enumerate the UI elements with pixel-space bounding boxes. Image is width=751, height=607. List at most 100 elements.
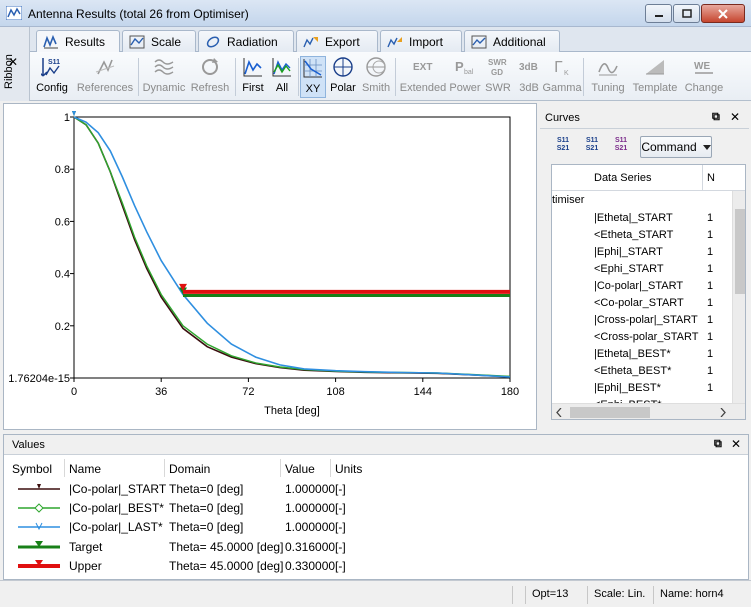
column-header-units[interactable]: Units [335, 462, 362, 476]
svg-text:EXT: EXT [413, 62, 432, 73]
gamma-button[interactable]: ΓK Gamma [542, 56, 581, 98]
list-item[interactable]: |Etheta|_BEST* 1 [552, 347, 732, 364]
horizontal-scrollbar[interactable] [552, 403, 745, 419]
s11-s21-compare-icon[interactable]: S11 S21 [582, 137, 602, 155]
curves-toolbar: S11 S21 S11 S21 S11 S21 Command [540, 133, 749, 163]
list-item[interactable]: |Cross-polar|_START 1 [552, 313, 732, 330]
y-tick-label: 0.6 [55, 216, 70, 228]
column-header-data-series[interactable]: Data Series [594, 172, 651, 184]
smith-button[interactable]: Smith [360, 56, 392, 98]
table-row[interactable]: |Co-polar|_LAST* Theta=0 [deg] 1.000000 [-] [4, 518, 748, 537]
tab-radiation[interactable]: Radiation [198, 30, 294, 52]
template-button[interactable]: Template [630, 56, 680, 98]
data-series-count: 1 [707, 212, 714, 224]
list-item[interactable]: <Etheta_START 1 [552, 228, 732, 245]
data-series-count: 1 [707, 280, 714, 292]
tool-text: S21 [614, 145, 628, 152]
power-button[interactable]: Pbal Power [448, 56, 482, 98]
column-header-n[interactable]: N [707, 172, 715, 184]
minimize-button[interactable] [645, 4, 672, 23]
chevron-left-icon[interactable] [556, 408, 562, 417]
column-header-name[interactable]: Name [69, 462, 101, 476]
close-panel-icon[interactable]: ✕ [730, 110, 740, 124]
refresh-button[interactable]: Refresh [188, 56, 232, 98]
list-item[interactable]: |Ephi|_START 1 [552, 245, 732, 262]
data-series-count: 1 [707, 365, 714, 377]
group-label: timiser [552, 194, 585, 206]
curves-table[interactable]: Data Series N timiser |Etheta|_START 1 <Et… [551, 164, 746, 420]
list-item[interactable]: |Ephi|_BEST* 1 [552, 381, 732, 398]
cell-value: 0.330000 [285, 558, 336, 573]
s11-s21-overlay-icon[interactable]: S11 S21 [611, 137, 631, 155]
config-button[interactable]: S11 Config [34, 56, 70, 98]
y-tick-label: 0.8 [55, 164, 70, 176]
table-row[interactable]: Upper Theta= 45.0000 [deg] 0.330000 [-] [4, 557, 748, 576]
list-item[interactable]: |Etheta|_START 1 [552, 211, 732, 228]
s11-s21-sort-icon[interactable]: S11 S21 [553, 137, 573, 155]
cell-domain: Theta= 45.0000 [deg] [169, 539, 284, 554]
command-dropdown[interactable]: Command [640, 136, 712, 158]
extended-button[interactable]: EXT Extended [398, 56, 448, 98]
cell-domain: Theta=0 [deg] [169, 482, 244, 496]
status-scale: Scale: Lin. [587, 586, 651, 604]
scrollbar-thumb[interactable] [570, 407, 650, 418]
change-button[interactable]: WE Change [682, 56, 726, 98]
polar-button[interactable]: Polar [328, 56, 358, 98]
list-item[interactable]: <Ephi_START 1 [552, 262, 732, 279]
column-header-value[interactable]: Value [285, 462, 315, 476]
list-item[interactable]: <Co-polar_START 1 [552, 296, 732, 313]
cell-name: |Co-polar|_BEST* [69, 501, 164, 516]
y-tick-label: 1.76204e-15 [8, 373, 70, 385]
button-label: All [275, 82, 289, 94]
column-header-symbol[interactable]: Symbol [12, 462, 52, 476]
data-series-count: 1 [707, 263, 714, 275]
table-row[interactable]: |Co-polar|_BEST* Theta=0 [deg] 1.000000 [-] [4, 499, 748, 518]
xy-button[interactable]: XY [300, 56, 326, 98]
maximize-button[interactable] [673, 4, 700, 23]
dynamic-button[interactable]: Dynamic [142, 56, 186, 98]
tab-import[interactable]: Import [380, 30, 462, 52]
cell-units: [-] [335, 520, 346, 535]
float-panel-icon[interactable]: ⧉ [714, 438, 722, 451]
ribbon-tabs: Results Scale Radiation Export Import Ad… [30, 27, 751, 53]
list-item[interactable]: <Cross-polar_START 1 [552, 330, 732, 347]
tab-label: Radiation [227, 34, 278, 49]
y-tick-label: 1 [64, 112, 70, 124]
table-row[interactable]: |Co-polar|_START Theta=0 [deg] 1.000000 [-] [4, 480, 748, 499]
tuning-button[interactable]: Tuning [588, 56, 628, 98]
swr-button[interactable]: SWR GD SWR [482, 56, 514, 98]
table-row[interactable]: Target Theta= 45.0000 [deg] 0.316000 [-] [4, 538, 748, 557]
all-button[interactable]: All [268, 56, 296, 98]
list-item[interactable]: |Co-polar|_START 1 [552, 279, 732, 296]
chevron-right-icon[interactable] [720, 408, 726, 417]
close-panel-icon[interactable]: ✕ [731, 437, 741, 451]
data-series-name: <Etheta_START [594, 229, 674, 241]
data-series-count: 1 [707, 246, 714, 258]
close-window-button[interactable] [701, 4, 745, 23]
group-row[interactable]: timiser [552, 194, 732, 211]
tab-results[interactable]: Results [36, 30, 120, 53]
float-panel-icon[interactable]: ⧉ [712, 111, 720, 124]
tool-text: S21 [556, 145, 570, 152]
x-tick-label: 108 [326, 386, 344, 398]
first-button[interactable]: First [238, 56, 268, 98]
references-button[interactable]: References [74, 56, 136, 98]
column-header-domain[interactable]: Domain [169, 462, 210, 476]
3db-button[interactable]: 3dB 3dB [514, 56, 544, 98]
s11-config-icon: S11 [41, 58, 60, 77]
vertical-scrollbar[interactable] [732, 191, 745, 403]
tab-scale[interactable]: Scale [122, 30, 196, 52]
tab-label: Additional [493, 34, 546, 49]
xy-grid-icon [303, 59, 322, 78]
column-divider [330, 459, 331, 477]
scrollbar-thumb[interactable] [735, 209, 745, 294]
data-series-count: 1 [707, 229, 714, 241]
list-item[interactable]: <Etheta_BEST* 1 [552, 364, 732, 381]
line-chart[interactable]: 0 36 72 108 144 180 1.76204e-15 0.2 0.4 0.6 0.8 1 Th… [4, 104, 536, 429]
cell-units: [-] [335, 501, 346, 516]
tab-additional[interactable]: Additional [464, 30, 560, 52]
tab-export[interactable]: Export [296, 30, 378, 52]
status-cell-empty [512, 586, 525, 604]
legend-marker [35, 523, 43, 531]
plot-panel[interactable]: 0 36 72 108 144 180 1.76204e-15 0.2 0.4 0.6 0.8 1 Th… [3, 103, 537, 430]
